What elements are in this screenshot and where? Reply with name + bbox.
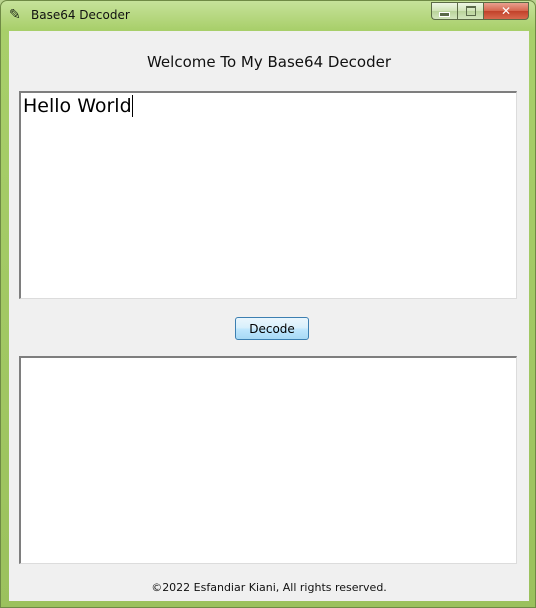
close-button[interactable]: ✕ — [483, 2, 529, 20]
minimize-button[interactable] — [431, 2, 457, 20]
page-title: Welcome To My Base64 Decoder — [146, 53, 392, 71]
text-cursor — [131, 95, 134, 117]
close-icon: ✕ — [500, 4, 512, 18]
decode-button-label: Decode — [249, 321, 295, 336]
feather-icon: ✎ — [9, 7, 21, 23]
title-bar[interactable]: ✎ Base64 Decoder ✕ — [1, 1, 535, 30]
input-textarea[interactable]: Hello World — [19, 91, 517, 299]
input-text-value: Hello World — [23, 95, 134, 117]
maximize-icon — [465, 6, 476, 16]
window-title: Base64 Decoder — [31, 8, 130, 22]
maximize-button[interactable] — [457, 2, 483, 20]
output-textarea[interactable] — [19, 356, 517, 564]
minimize-icon — [439, 11, 450, 17]
app-window: ✎ Base64 Decoder ✕ Welcome To My Base64 … — [0, 0, 536, 608]
copyright-footer: ©2022 Esfandiar Kiani, All rights reserv… — [151, 581, 387, 594]
window-content: Welcome To My Base64 Decoder Hello World… — [9, 31, 529, 601]
caption-buttons: ✕ — [431, 2, 529, 20]
decode-button[interactable]: Decode — [235, 317, 309, 340]
